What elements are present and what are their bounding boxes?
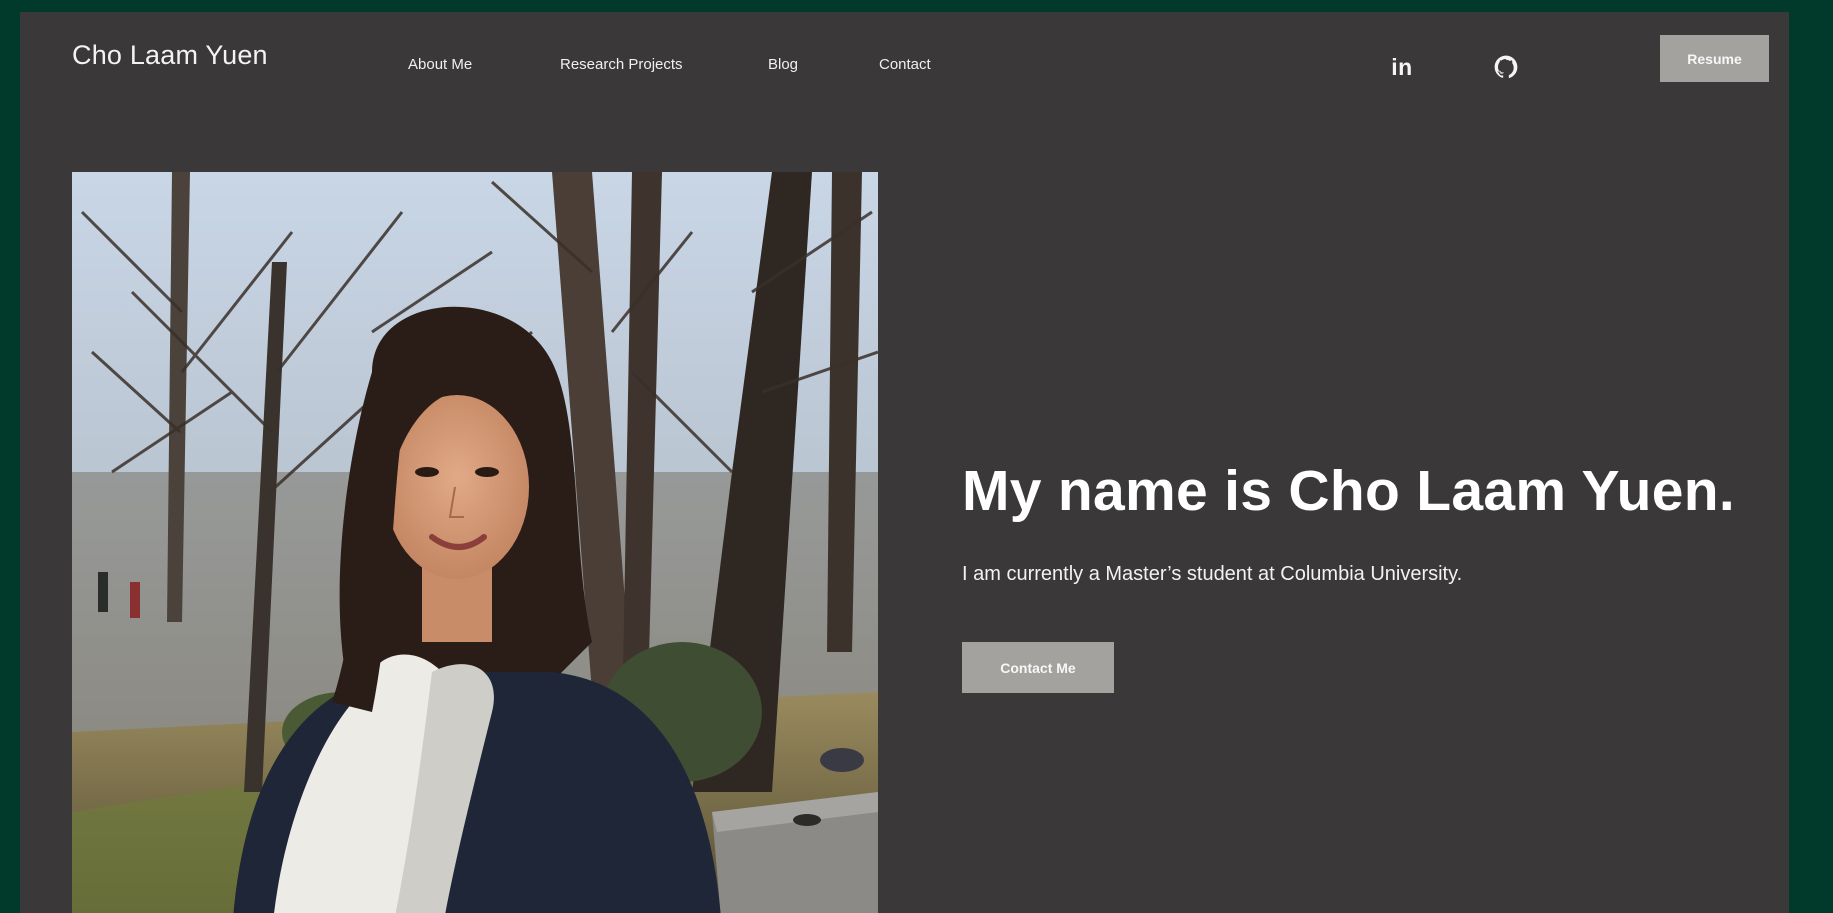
page-frame: Cho Laam Yuen About Me Research Projects…	[20, 12, 1789, 913]
nav-research-projects[interactable]: Research Projects	[560, 56, 683, 73]
linkedin-link[interactable]: in	[1387, 52, 1417, 82]
profile-photo	[72, 172, 878, 913]
nav-blog[interactable]: Blog	[768, 56, 798, 73]
hero-subtitle: I am currently a Master’s student at Col…	[962, 563, 1463, 585]
hero-title: My name is Cho Laam Yuen.	[962, 459, 1736, 523]
resume-button[interactable]: Resume	[1660, 35, 1769, 82]
site-brand[interactable]: Cho Laam Yuen	[72, 40, 268, 71]
github-icon	[1494, 55, 1518, 78]
nav-contact[interactable]: Contact	[879, 56, 931, 73]
contact-me-button[interactable]: Contact Me	[962, 642, 1114, 693]
top-nav: Cho Laam Yuen About Me Research Projects…	[20, 12, 1789, 108]
linkedin-icon: in	[1391, 53, 1413, 80]
github-link[interactable]	[1491, 52, 1521, 82]
nav-about-me[interactable]: About Me	[408, 56, 472, 73]
